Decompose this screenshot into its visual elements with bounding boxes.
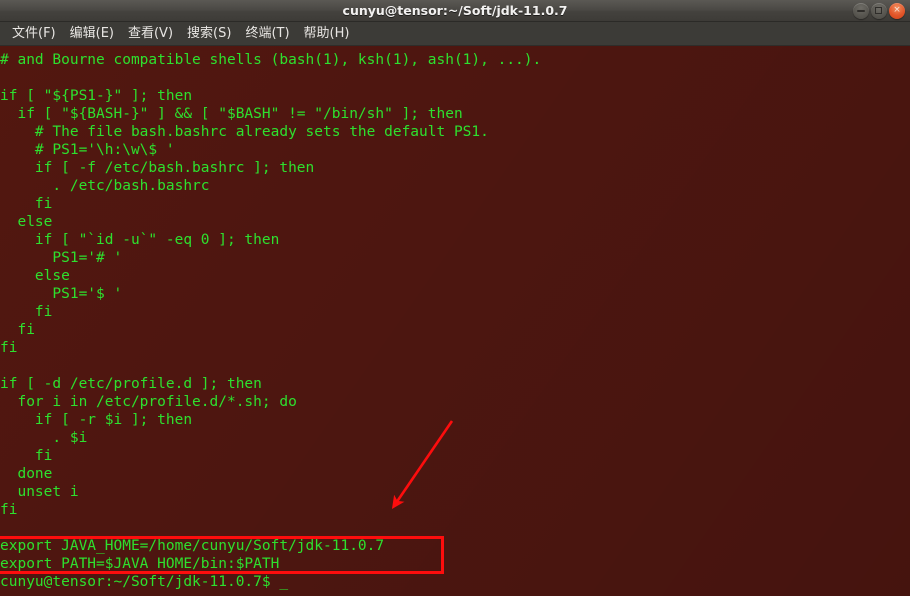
- terminal-line: else: [0, 214, 53, 230]
- terminal-output-area[interactable]: # and Bourne compatible shells (bash(1),…: [0, 46, 910, 596]
- terminal-line: PS1='# ': [0, 250, 123, 266]
- terminal-line: fi: [0, 340, 18, 356]
- maximize-button[interactable]: [871, 3, 887, 19]
- terminal-line: # and Bourne compatible shells (bash(1),…: [0, 52, 542, 68]
- terminal-line: fi: [0, 304, 53, 320]
- terminal-line: else: [0, 268, 70, 284]
- menu-bar: 文件(F) 编辑(E) 查看(V) 搜索(S) 终端(T) 帮助(H): [0, 22, 910, 46]
- minimize-button[interactable]: [853, 3, 869, 19]
- close-icon: ×: [893, 5, 901, 15]
- menu-item-search[interactable]: 搜索(S): [180, 24, 238, 44]
- menu-item-help[interactable]: 帮助(H): [297, 24, 357, 44]
- terminal-line: for i in /etc/profile.d/*.sh; do: [0, 394, 297, 410]
- window-controls: ×: [853, 3, 905, 19]
- title-bar: cunyu@tensor:~/Soft/jdk-11.0.7 ×: [0, 0, 910, 22]
- terminal-line: # PS1='\h:\w\$ ': [0, 142, 175, 158]
- menu-item-view[interactable]: 查看(V): [121, 24, 180, 44]
- minimize-icon: [857, 10, 865, 12]
- terminal-line: if [ "${BASH-}" ] && [ "$BASH" != "/bin/…: [0, 106, 463, 122]
- terminal-line: fi: [0, 448, 53, 464]
- terminal-line: if [ -r $i ]; then: [0, 412, 193, 428]
- terminal-line: if [ "`id -u`" -eq 0 ]; then: [0, 232, 280, 248]
- terminal-line: if [ -d /etc/profile.d ]; then: [0, 376, 262, 392]
- terminal-line: fi: [0, 502, 18, 518]
- menu-item-edit[interactable]: 编辑(E): [63, 24, 121, 44]
- annotation-highlight-box: [0, 536, 444, 574]
- terminal-line: done: [0, 466, 53, 482]
- terminal-line: PS1='$ ': [0, 286, 123, 302]
- maximize-icon: [875, 7, 882, 14]
- terminal-line: fi: [0, 322, 35, 338]
- terminal-line: if [ "${PS1-}" ]; then: [0, 88, 193, 104]
- terminal-lines: # and Bourne compatible shells (bash(1),…: [0, 46, 910, 591]
- menu-item-file[interactable]: 文件(F): [5, 24, 63, 44]
- terminal-line: fi: [0, 196, 53, 212]
- terminal-line: if [ -f /etc/bash.bashrc ]; then: [0, 160, 315, 176]
- terminal-window: cunyu@tensor:~/Soft/jdk-11.0.7 × 文件(F) 编…: [0, 0, 910, 596]
- menu-item-terminal[interactable]: 终端(T): [238, 24, 296, 44]
- terminal-line: unset i: [0, 484, 79, 500]
- terminal-line: . $i: [0, 430, 88, 446]
- terminal-line: . /etc/bash.bashrc: [0, 178, 210, 194]
- window-title: cunyu@tensor:~/Soft/jdk-11.0.7: [342, 3, 568, 18]
- terminal-line: cunyu@tensor:~/Soft/jdk-11.0.7$ _: [0, 574, 289, 590]
- terminal-line: # The file bash.bashrc already sets the …: [0, 124, 489, 140]
- close-button[interactable]: ×: [889, 3, 905, 19]
